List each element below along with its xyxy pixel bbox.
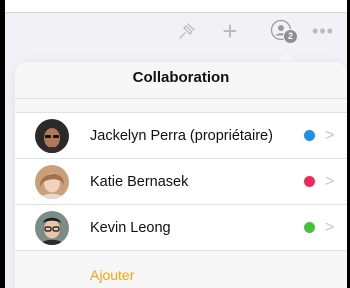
- more-icon[interactable]: •••: [311, 19, 335, 43]
- pin-icon[interactable]: [175, 19, 199, 43]
- add-icon[interactable]: +: [217, 18, 243, 44]
- color-indicator: [304, 130, 315, 141]
- toolbar: + 2 •••: [5, 13, 347, 49]
- collaborator-row[interactable]: Katie Bernasek >: [15, 158, 347, 204]
- collaborate-icon[interactable]: 2: [267, 19, 298, 44]
- avatar: [35, 164, 69, 199]
- top-edge: [5, 0, 347, 13]
- popover-title: Collaboration: [132, 69, 230, 86]
- avatar: [35, 118, 69, 153]
- color-indicator: [304, 176, 315, 187]
- collaboration-popover: Collaboration Jackelyn Perra (propriétai…: [15, 62, 347, 288]
- chevron-right-icon: >: [325, 126, 335, 144]
- collaborator-row[interactable]: Jackelyn Perra (propriétaire) >: [15, 112, 347, 158]
- collaborator-count-badge: 2: [283, 29, 298, 44]
- collaborator-name: Katie Bernasek: [90, 173, 189, 190]
- chevron-right-icon: >: [325, 172, 335, 190]
- collaborator-list: Jackelyn Perra (propriétaire) > Katie Be…: [15, 112, 347, 251]
- color-indicator: [304, 222, 315, 233]
- collaborator-row[interactable]: Kevin Leong >: [15, 204, 347, 251]
- divider: [15, 98, 347, 99]
- avatar: [35, 210, 69, 245]
- app-window: + 2 ••• Collaboration Jackelyn Perra (pr…: [5, 0, 347, 288]
- add-collaborator-button[interactable]: Ajouter: [90, 267, 134, 283]
- collaborator-name: Kevin Leong: [90, 219, 171, 236]
- collaborator-name: Jackelyn Perra (propriétaire): [90, 127, 273, 144]
- chevron-right-icon: >: [325, 218, 335, 236]
